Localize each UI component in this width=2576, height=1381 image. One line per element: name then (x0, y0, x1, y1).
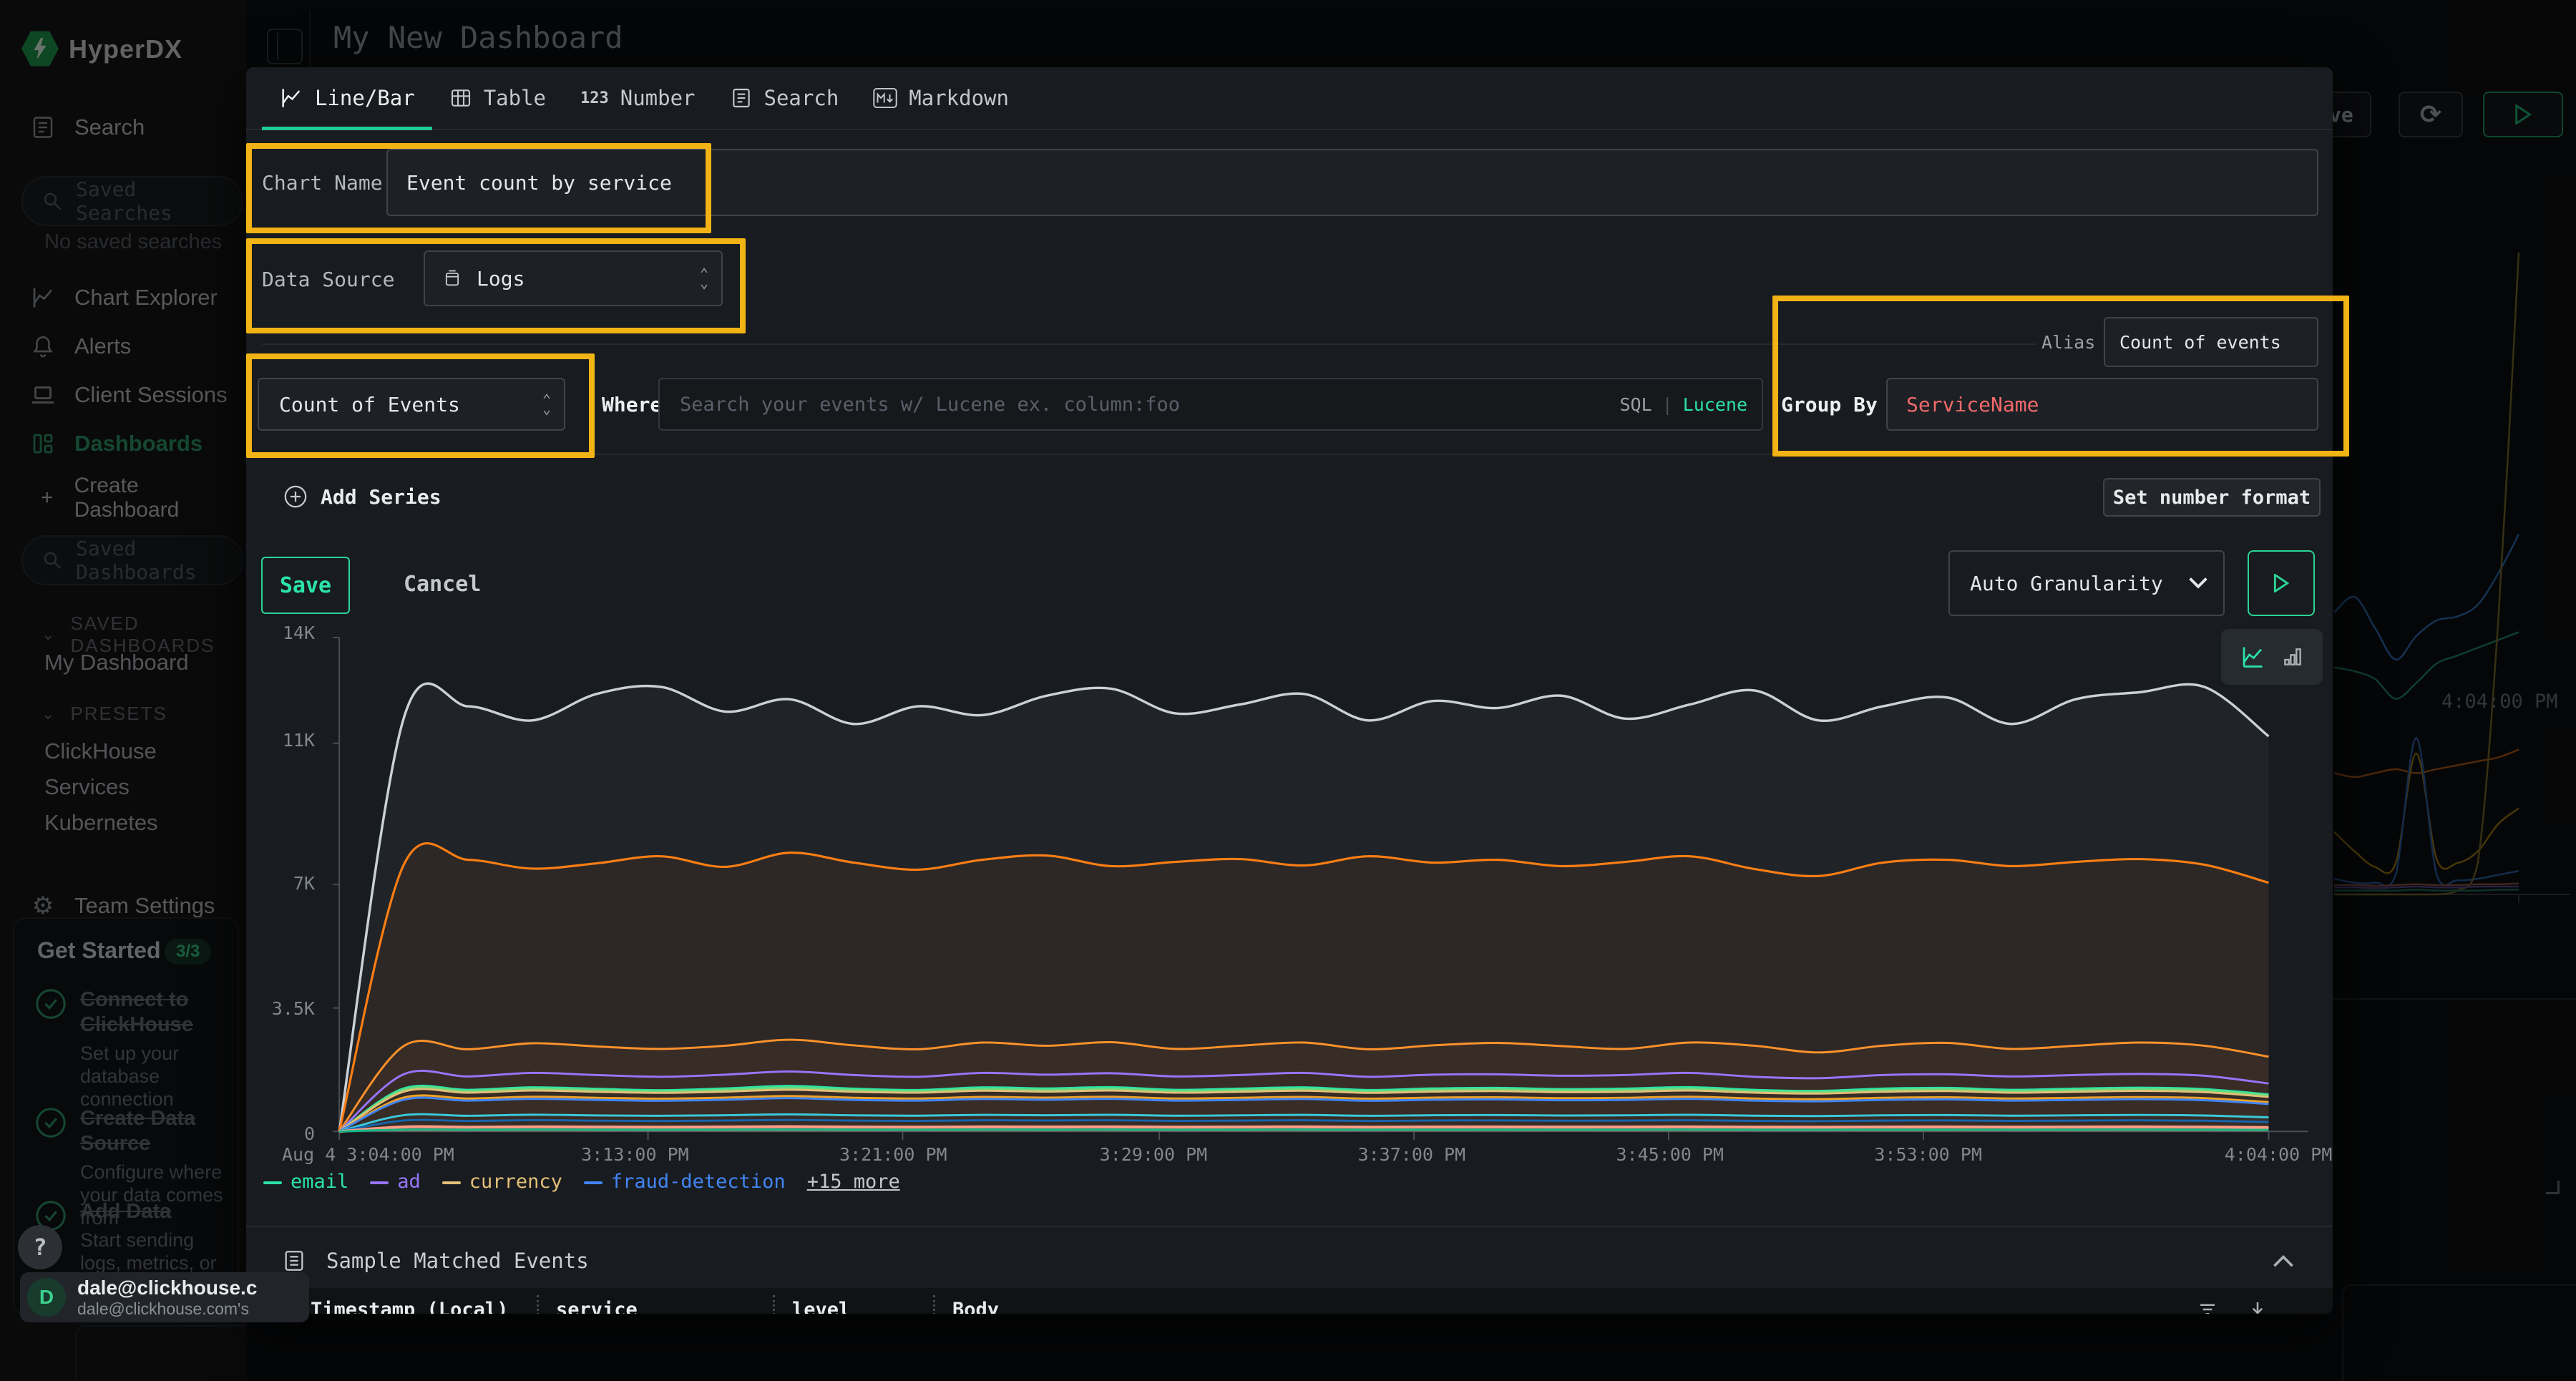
tab-markdown[interactable]: Markdown (856, 67, 1026, 129)
avatar: D (27, 1278, 66, 1317)
preview-chart (322, 633, 2318, 1146)
x-tick-label: 3:21:00 PM (839, 1144, 947, 1165)
tab-table[interactable]: Table (432, 67, 563, 129)
annotation-alias-group-by (1772, 296, 2349, 457)
bar-view-icon[interactable] (2281, 645, 2304, 668)
y-tick-label: 0 (246, 1123, 315, 1144)
markdown-icon (873, 87, 897, 109)
user-email: dale@clickhouse.c (77, 1277, 257, 1299)
legend-label: fraud-detection (611, 1171, 786, 1193)
legend-label: email (291, 1171, 348, 1193)
legend-item[interactable]: ad (370, 1171, 421, 1193)
line-view-icon[interactable] (2240, 644, 2265, 670)
where-input[interactable]: Search your events w/ Lucene ex. column:… (658, 378, 1763, 431)
screen: HyperDX Search Saved Searches No saved s… (0, 0, 2576, 1381)
x-tick-label: 3:45:00 PM (1616, 1144, 1724, 1165)
sql-mode-toggle[interactable]: SQL (1619, 394, 1652, 415)
legend-item[interactable]: fraud-detection (584, 1171, 786, 1193)
table-column-Timestamp (Local)[interactable]: Timestamp (Local) (293, 1295, 537, 1314)
chart-type-tabs: Line/Bar Table 123 Number Search Markdow… (246, 67, 2333, 130)
plus-circle-icon (283, 484, 308, 509)
chart-series-area (339, 1040, 2268, 1131)
x-tick-label: 3:53:00 PM (1874, 1144, 1982, 1165)
user-sub: dale@clickhouse.com's (77, 1299, 257, 1319)
y-tick-label: 11K (246, 730, 315, 751)
tab-number[interactable]: 123 Number (563, 67, 713, 129)
download-icon[interactable] (2247, 1299, 2268, 1314)
legend-swatch (370, 1181, 389, 1184)
granularity-select[interactable]: Auto Granularity (1948, 550, 2225, 616)
tab-search[interactable]: Search (713, 67, 857, 129)
granularity-value: Auto Granularity (1970, 572, 2163, 595)
legend-item[interactable]: currency (442, 1171, 562, 1193)
table-column-level[interactable]: level (773, 1295, 933, 1314)
sample-matched-events-title: Sample Matched Events (326, 1249, 589, 1273)
x-tick-label: 3:29:00 PM (1100, 1144, 1208, 1165)
x-tick-label: 3:37:00 PM (1358, 1144, 1466, 1165)
lucene-mode-toggle[interactable]: Lucene (1683, 394, 1747, 415)
tab-line-bar[interactable]: Line/Bar (262, 67, 432, 129)
divider (262, 343, 2036, 345)
add-series-button[interactable]: Add Series (283, 475, 441, 518)
set-number-format-button[interactable]: Set number format (2103, 478, 2321, 517)
legend-item[interactable]: email (263, 1171, 348, 1193)
doc-list-icon (730, 87, 753, 109)
events-table-header: Timestamp (Local)servicelevelBody (246, 1288, 2333, 1314)
table-column-service[interactable]: service (537, 1295, 773, 1314)
legend-label: currency (469, 1171, 562, 1193)
y-tick-label: 3.5K (246, 998, 315, 1019)
y-tick-label: 7K (246, 873, 315, 894)
annotation-data-source (246, 238, 746, 333)
mode-divider: | (1662, 394, 1673, 415)
x-tick-label: 4:04:00 PM (2225, 1144, 2333, 1165)
table-icon (449, 87, 472, 109)
run-chart-button[interactable] (2248, 550, 2315, 616)
y-tick-label: 14K (246, 623, 315, 643)
chevron-down-icon (2189, 577, 2207, 590)
chevron-up-icon[interactable] (2273, 1254, 2294, 1267)
help-button[interactable]: ? (18, 1225, 62, 1269)
filter-icon[interactable] (2197, 1299, 2218, 1314)
number-123-icon: 123 (580, 89, 609, 107)
chart-display-toggle (2221, 629, 2323, 685)
legend-swatch (442, 1181, 461, 1184)
user-menu[interactable]: D dale@clickhouse.c dale@clickhouse.com'… (20, 1272, 309, 1322)
legend-more-link[interactable]: +15 more (807, 1171, 900, 1193)
annotation-aggregation (246, 353, 595, 458)
where-placeholder: Search your events w/ Lucene ex. column:… (680, 394, 1180, 416)
where-label: Where (602, 378, 662, 431)
divider (246, 1226, 2333, 1227)
chart-legend: email ad currency fraud-detection +15 more (263, 1171, 900, 1193)
save-button[interactable]: Save (261, 557, 350, 614)
table-column-Body[interactable]: Body (933, 1295, 1234, 1314)
legend-label: ad (397, 1171, 421, 1193)
line-chart-icon (279, 86, 303, 110)
play-icon (2273, 574, 2290, 592)
doc-list-icon (282, 1249, 306, 1273)
annotation-chart-name (246, 143, 711, 233)
x-tick-label: 3:13:00 PM (581, 1144, 689, 1165)
legend-swatch (263, 1181, 282, 1184)
x-tick-label: Aug 4 3:04:00 PM (282, 1144, 454, 1165)
sample-matched-events-header[interactable]: Sample Matched Events (246, 1238, 2333, 1284)
legend-swatch (584, 1181, 602, 1184)
cancel-button[interactable]: Cancel (389, 557, 495, 611)
